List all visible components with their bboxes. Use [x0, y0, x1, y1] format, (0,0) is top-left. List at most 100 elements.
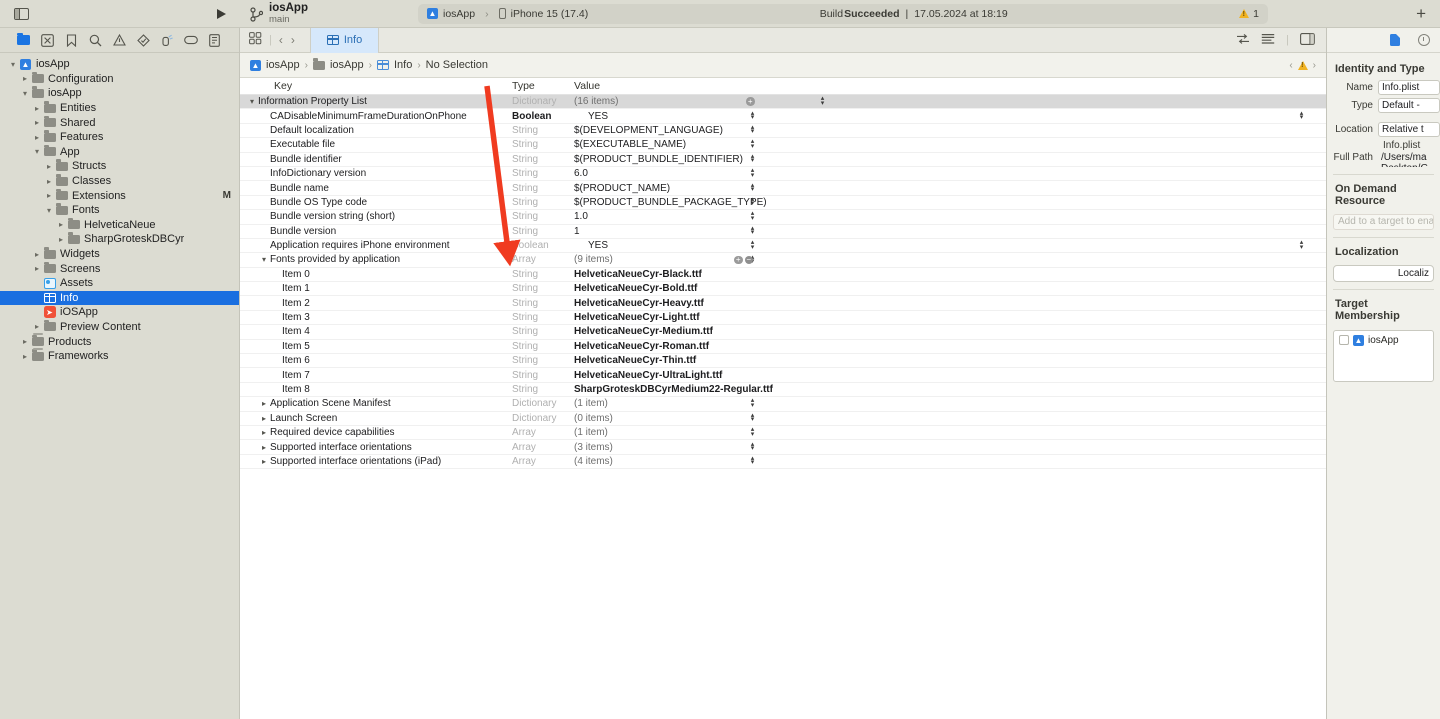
plist-value-cell[interactable]: 1 [574, 226, 1326, 237]
plist-type-cell[interactable]: String [512, 341, 574, 352]
plist-type-cell[interactable]: String [512, 197, 574, 208]
plist-row[interactable]: Bundle version String 1 ▴ ▾ [240, 224, 1326, 239]
plist-type-cell[interactable]: String [512, 269, 574, 280]
plist-key-cell[interactable]: Item 5 [240, 341, 512, 352]
tree-item-preview-content[interactable]: Preview Content [0, 319, 239, 335]
type-stepper-icon[interactable]: ▴▾ [748, 225, 757, 236]
project-navigator-tab[interactable] [15, 32, 32, 49]
plist-key-cell[interactable]: Item 6 [240, 355, 512, 366]
editor-options-icon[interactable] [249, 32, 262, 48]
disclosure-closed-icon[interactable]: ▸ [258, 399, 270, 408]
report-navigator-tab[interactable] [206, 32, 223, 49]
plist-value-cell[interactable]: $(EXECUTABLE_NAME) [574, 139, 1326, 150]
plist-type-cell[interactable]: String [512, 154, 574, 165]
disclosure-closed-icon[interactable] [20, 352, 30, 361]
plist-value-cell[interactable]: (1 item) [574, 398, 1326, 409]
chevron-right-icon[interactable]: › [1313, 60, 1316, 71]
breakpoint-navigator-tab[interactable] [183, 32, 200, 49]
disclosure-closed-icon[interactable] [20, 337, 30, 346]
plist-row[interactable]: Bundle OS Type code String $(PRODUCT_BUNDL… [240, 195, 1326, 211]
plist-value-cell[interactable]: HelveticaNeueCyr-UltraLight.ttf [574, 370, 1326, 381]
plist-value-cell[interactable]: (1 item) [574, 427, 1326, 438]
plist-row[interactable]: ▸ Required device capabilities Array (1 ite… [240, 425, 1326, 441]
tree-item-widgets[interactable]: Widgets [0, 247, 239, 262]
plist-type-cell[interactable]: Array [512, 427, 574, 438]
plist-value-cell[interactable]: HelveticaNeueCyr-Light.ttf [574, 312, 1326, 323]
disclosure-closed-icon[interactable] [32, 264, 42, 273]
plist-value-cell[interactable]: HelveticaNeueCyr-Medium.ttf [574, 326, 1326, 337]
plist-key-cell[interactable]: Bundle name [240, 183, 512, 194]
breadcrumb-item-3[interactable]: No Selection [426, 59, 488, 71]
plist-row[interactable]: Item 7 String HelveticaNeueCyr-UltraLight.… [240, 368, 1326, 383]
tree-item-screens[interactable]: Screens [0, 261, 239, 276]
plist-key-cell[interactable]: ▸ Application Scene Manifest [240, 398, 512, 409]
document-icon[interactable] [1389, 34, 1400, 46]
type-stepper-icon[interactable]: ▴▾ [748, 397, 757, 408]
tree-item-entities[interactable]: Entities [0, 101, 239, 116]
add-row-button[interactable]: + [734, 256, 743, 265]
inspector-toggle-icon[interactable] [1300, 32, 1315, 48]
plist-type-cell[interactable]: String [512, 355, 574, 366]
add-remove-row-buttons[interactable]: + − [734, 256, 753, 265]
plist-key-cell[interactable]: Bundle version [240, 226, 512, 237]
plist-key-cell[interactable]: ▸ Launch Screen [240, 413, 512, 424]
type-stepper-icon[interactable]: ▴▾ [748, 426, 757, 437]
disclosure-open-icon[interactable] [8, 60, 18, 69]
column-header-type[interactable]: Type [512, 80, 574, 92]
column-header-value[interactable]: Value [574, 80, 1326, 92]
tree-item-features[interactable]: Features [0, 130, 239, 145]
target-membership-list[interactable]: ▲ iosApp [1333, 329, 1434, 382]
plist-type-cell[interactable]: String [512, 298, 574, 309]
plist-type-cell[interactable]: String [512, 139, 574, 150]
plist-value-cell[interactable]: HelveticaNeueCyr-Roman.ttf [574, 341, 1326, 352]
source-control-navigator-tab[interactable] [39, 32, 56, 49]
add-row-button[interactable]: + [746, 97, 755, 106]
plist-type-cell[interactable]: Array [512, 456, 574, 467]
type-stepper-icon[interactable]: ▴▾ [748, 110, 757, 121]
bookmark-navigator-tab[interactable] [63, 32, 80, 49]
plist-row[interactable]: Bundle name String $(PRODUCT_NAME) ▴ ▾ [240, 181, 1326, 196]
find-navigator-tab[interactable] [87, 32, 104, 49]
disclosure-closed-icon[interactable]: ▸ [258, 443, 270, 452]
plist-type-cell[interactable]: String [512, 168, 574, 179]
remove-row-button[interactable]: − [744, 256, 753, 265]
plist-type-cell[interactable]: Dictionary [512, 398, 574, 409]
scheme-selector[interactable]: iosApp main [240, 2, 410, 25]
plist-row[interactable]: CADisableMinimumFrameDurationOnPhone Bool… [240, 109, 1326, 124]
plist-value-cell[interactable]: HelveticaNeueCyr-Heavy.ttf [574, 298, 1326, 309]
plist-row[interactable]: ▸ Supported interface orientations Array (3… [240, 440, 1326, 455]
tree-item-extensions[interactable]: Extensions M [0, 188, 239, 203]
plist-row[interactable]: ▾ Fonts provided by application Array (9 it… [240, 253, 1326, 268]
tree-item-iosapp[interactable]: ▲ iosApp [0, 57, 239, 72]
tree-item-sharpgroteskdbcyr[interactable]: SharpGroteskDBCyr [0, 232, 239, 247]
plist-type-cell[interactable]: String [512, 312, 574, 323]
file-location-select[interactable]: Relative t [1378, 122, 1440, 137]
disclosure-closed-icon[interactable] [32, 118, 42, 127]
type-stepper-icon[interactable]: ▴▾ [818, 95, 827, 106]
plist-row[interactable]: ▾ Information Property List Dictionary (16 … [240, 95, 1326, 110]
type-stepper-icon[interactable]: ▴▾ [748, 412, 757, 423]
type-stepper-icon[interactable]: ▴▾ [748, 196, 757, 207]
disclosure-closed-icon[interactable] [44, 162, 54, 171]
plist-value-cell[interactable]: 6.0 [574, 168, 1326, 179]
disclosure-closed-icon[interactable]: ▸ [258, 457, 270, 466]
plist-value-cell[interactable]: $(PRODUCT_BUNDLE_IDENTIFIER) [574, 154, 1326, 165]
type-stepper-icon[interactable]: ▴▾ [748, 441, 757, 452]
type-stepper-icon[interactable]: ▴▾ [748, 239, 757, 250]
value-stepper-icon[interactable]: ▴ ▾ [1297, 110, 1306, 121]
disclosure-closed-icon[interactable]: ▸ [258, 428, 270, 437]
plist-editor[interactable]: Key Type Value ▾ Information Property Lis… [240, 78, 1326, 719]
plist-key-cell[interactable]: ▸ Supported interface orientations [240, 442, 512, 453]
tree-item-app[interactable]: App [0, 144, 239, 160]
plist-key-cell[interactable]: Item 4 [240, 326, 512, 337]
ondemand-tags-field[interactable]: Add to a target to enable [1333, 213, 1434, 230]
tree-item-classes[interactable]: Classes [0, 174, 239, 189]
chevron-right-icon[interactable]: › [291, 33, 295, 47]
plist-key-cell[interactable]: Bundle version string (short) [240, 211, 512, 222]
disclosure-closed-icon[interactable] [56, 235, 66, 244]
plist-type-cell[interactable]: String [512, 226, 574, 237]
plist-value-cell[interactable]: 1.0 [574, 211, 1326, 222]
breadcrumb-item-1[interactable]: iosApp [330, 59, 364, 71]
plist-row[interactable]: Item 0 String HelveticaNeueCyr-Black.ttf [240, 267, 1326, 283]
plist-row[interactable]: Item 1 String HelveticaNeueCyr-Bold.ttf [240, 282, 1326, 297]
